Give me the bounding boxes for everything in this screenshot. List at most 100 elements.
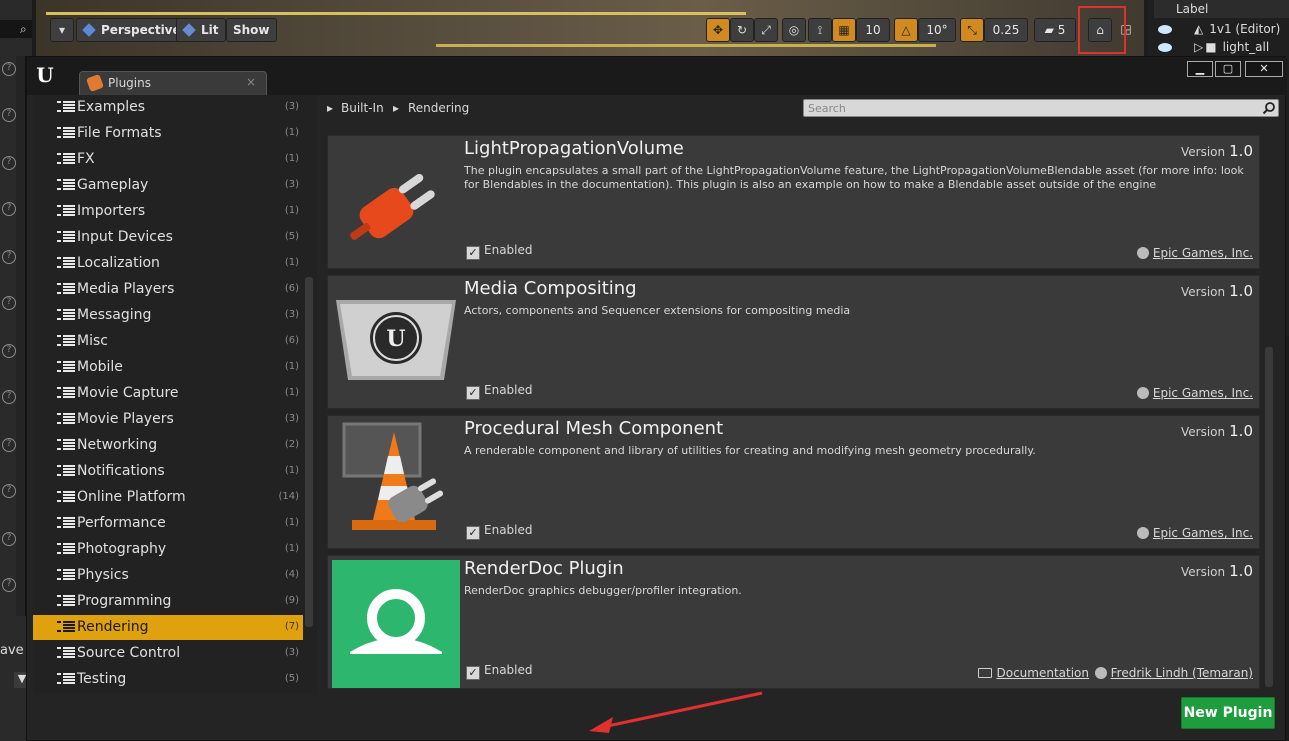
perspective-button[interactable]: Perspective xyxy=(76,18,188,42)
sidebar-item-messaging[interactable]: Messaging (3) xyxy=(33,303,303,328)
list-icon xyxy=(57,127,75,140)
help-icon[interactable]: ? xyxy=(2,202,16,216)
enabled-label: Enabled xyxy=(484,523,533,537)
expand-arrow-icon[interactable]: ▷ xyxy=(1194,40,1203,54)
tab-close-icon[interactable]: × xyxy=(246,75,256,89)
enabled-checkbox[interactable]: ✓ Enabled xyxy=(466,243,533,260)
search-icon[interactable] xyxy=(1262,101,1276,115)
surface-snap-icon[interactable]: ⟟ xyxy=(808,18,832,42)
close-button[interactable]: ✕ xyxy=(1245,61,1283,77)
sidebar-item-notifications[interactable]: Notifications (1) xyxy=(33,459,303,484)
sidebar-item-localization[interactable]: Localization (1) xyxy=(33,251,303,276)
help-icon[interactable]: ? xyxy=(2,250,16,264)
vendor-link[interactable]: Epic Games, Inc. xyxy=(1136,246,1253,260)
lit-label: Lit xyxy=(201,23,219,37)
lit-button[interactable]: Lit xyxy=(176,18,226,42)
help-icon[interactable]: ? xyxy=(2,532,16,546)
help-icon[interactable]: ? xyxy=(2,344,16,358)
sidebar-item-fx[interactable]: FX (1) xyxy=(33,147,303,172)
globe-icon xyxy=(1136,387,1149,399)
checkmark-icon[interactable]: ✓ xyxy=(466,526,480,540)
sidebar-item-label: Movie Capture xyxy=(77,385,179,401)
enabled-checkbox[interactable]: ✓ Enabled xyxy=(466,523,533,540)
minimize-button[interactable]: ▁ xyxy=(1187,61,1213,77)
vendor-link[interactable]: Epic Games, Inc. xyxy=(1136,386,1253,400)
help-icon[interactable]: ? xyxy=(2,484,16,498)
sidebar-item-examples[interactable]: Examples (3) xyxy=(33,95,303,120)
sidebar-item-label: Misc xyxy=(77,333,108,349)
documentation-link[interactable]: Documentation xyxy=(978,666,1089,680)
enabled-checkbox[interactable]: ✓ Enabled xyxy=(466,663,533,680)
scale-icon[interactable]: ⤢ xyxy=(754,18,778,42)
search-input[interactable] xyxy=(804,100,1259,116)
sidebar-item-importers[interactable]: Importers (1) xyxy=(33,199,303,224)
world-space-icon[interactable]: ◎ xyxy=(782,18,806,42)
grid-snap-value[interactable]: 10 xyxy=(856,18,890,42)
sidebar-item-movie-capture[interactable]: Movie Capture (1) xyxy=(33,381,303,406)
editor-search-box[interactable]: ⌕ xyxy=(0,20,32,38)
camera-speed-button[interactable]: ▰ 5 xyxy=(1034,18,1076,42)
plugin-card-renderdoc[interactable]: RenderDoc Plugin Version 1.0 RenderDoc gr… xyxy=(327,555,1260,689)
grid-snap-icon[interactable]: ▦ xyxy=(832,18,856,42)
search-box[interactable] xyxy=(803,99,1279,117)
rotation-snap-icon[interactable]: △ xyxy=(894,18,918,42)
sidebar-item-input-devices[interactable]: Input Devices (5) xyxy=(33,225,303,250)
sidebar-item-networking[interactable]: Networking (2) xyxy=(33,433,303,458)
help-icon[interactable]: ? xyxy=(2,156,16,170)
sidebar-item-photography[interactable]: Photography (1) xyxy=(33,537,303,562)
help-icon[interactable]: ? xyxy=(2,438,16,452)
rotate-icon[interactable]: ↻ xyxy=(730,18,754,42)
outliner-row[interactable]: ▷ ■ light_all xyxy=(1158,38,1269,56)
breadcrumb-item-rendering[interactable]: Rendering xyxy=(408,101,469,115)
window-titlebar[interactable]: U Plugins × ▁ ▢ ✕ xyxy=(27,57,1287,95)
sidebar-item-physics[interactable]: Physics (4) xyxy=(33,563,303,588)
sidebar-item-media-players[interactable]: Media Players (6) xyxy=(33,277,303,302)
tab-plugins[interactable]: Plugins × xyxy=(79,71,267,95)
sidebar-item-programming[interactable]: Programming (9) xyxy=(33,589,303,614)
maximize-button[interactable]: ▢ xyxy=(1215,61,1241,77)
help-icon[interactable]: ? xyxy=(2,578,16,592)
checkmark-icon[interactable]: ✓ xyxy=(466,386,480,400)
show-button[interactable]: Show xyxy=(226,18,277,42)
scale-snap-icon[interactable]: ⤡ xyxy=(960,18,984,42)
sidebar-item-misc[interactable]: Misc (6) xyxy=(33,329,303,354)
renderdoc-icon xyxy=(332,560,460,688)
breadcrumb-item-built-in[interactable]: Built-In xyxy=(341,101,384,115)
checkmark-icon[interactable]: ✓ xyxy=(466,246,480,260)
sidebar-item-label: Networking xyxy=(77,437,158,453)
rotation-snap-value[interactable]: 10° xyxy=(918,18,956,42)
viewport-options-button[interactable]: ▾ xyxy=(50,18,74,42)
new-plugin-button[interactable]: New Plugin xyxy=(1181,697,1275,729)
plugins-window: U Plugins × ▁ ▢ ✕ Examples (3) File Format… xyxy=(26,56,1287,741)
plugin-card-lightpropagationvolume[interactable]: LightPropagationVolume Version 1.0 The pl… xyxy=(327,135,1260,269)
sidebar-item-label: Rendering xyxy=(77,619,149,635)
sidebar-item-testing[interactable]: Testing (5) xyxy=(33,667,303,692)
help-icon[interactable]: ? xyxy=(2,296,16,310)
visibility-eye-icon[interactable] xyxy=(1158,25,1172,34)
sidebar-item-gameplay[interactable]: Gameplay (3) xyxy=(33,173,303,198)
scale-snap-value[interactable]: 0.25 xyxy=(984,18,1028,42)
translate-icon[interactable]: ✥ xyxy=(706,18,730,42)
plugin-list-scrollbar[interactable] xyxy=(1265,347,1273,687)
plugin-card-procedural-mesh-component[interactable]: Procedural Mesh Component Version 1.0 A r… xyxy=(327,415,1260,549)
outliner-row[interactable]: ◭ 1v1 (Editor) xyxy=(1158,20,1280,38)
sidebar-scrollbar[interactable] xyxy=(305,277,313,627)
checkmark-icon[interactable]: ✓ xyxy=(466,666,480,680)
sidebar-item-mobile[interactable]: Mobile (1) xyxy=(33,355,303,380)
vendor-link[interactable]: Epic Games, Inc. xyxy=(1136,526,1253,540)
visibility-eye-icon[interactable] xyxy=(1158,43,1172,52)
sidebar-item-movie-players[interactable]: Movie Players (3) xyxy=(33,407,303,432)
sidebar-item-source-control[interactable]: Source Control (3) xyxy=(33,641,303,666)
plugin-card-media-compositing[interactable]: U Media Compositing Version 1.0 Actors, c… xyxy=(327,275,1260,409)
sidebar-item-online-platform[interactable]: Online Platform (14) xyxy=(33,485,303,510)
list-icon xyxy=(57,257,75,270)
sidebar-item-rendering[interactable]: Rendering (7) xyxy=(33,615,303,640)
camera-speed-value: 5 xyxy=(1057,23,1066,37)
help-icon[interactable]: ? xyxy=(2,108,16,122)
sidebar-item-file-formats[interactable]: File Formats (1) xyxy=(33,121,303,146)
enabled-checkbox[interactable]: ✓ Enabled xyxy=(466,383,533,400)
help-icon[interactable]: ? xyxy=(2,390,16,404)
help-icon[interactable]: ? xyxy=(2,62,16,76)
sidebar-item-performance[interactable]: Performance (1) xyxy=(33,511,303,536)
vendor-link[interactable]: Fredrik Lindh (Temaran) xyxy=(1094,666,1253,680)
